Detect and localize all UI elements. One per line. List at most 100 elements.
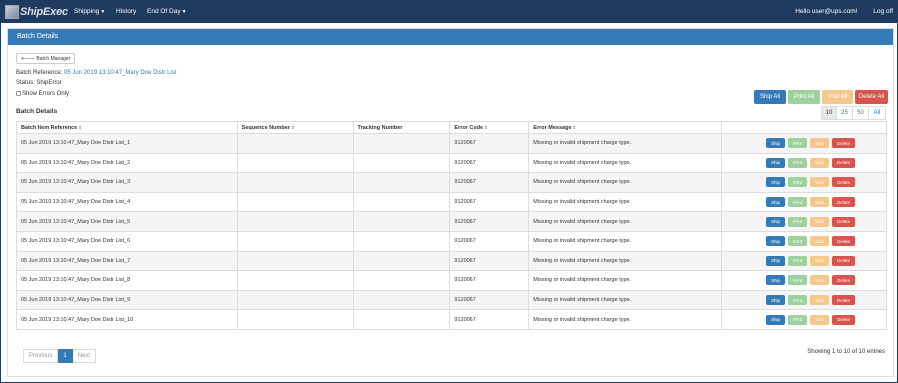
cell-row-actions: Ship Print Void Delete — [721, 250, 887, 272]
cell-error-code: 9120067 — [449, 191, 530, 213]
delete-button[interactable]: Delete — [832, 216, 855, 227]
void-button[interactable]: Void — [810, 177, 829, 188]
ship-button[interactable]: Ship — [766, 275, 785, 286]
print-all-button[interactable]: Print All — [788, 90, 820, 104]
row-action-group: Ship Print Void Delete — [726, 138, 882, 149]
col-error-code[interactable]: Error Code⇕ — [449, 121, 530, 134]
cell-row-actions: Ship Print Void Delete — [721, 289, 887, 311]
ship-button[interactable]: Ship — [766, 157, 785, 168]
page-size-all[interactable]: All — [869, 106, 886, 120]
ship-all-button[interactable]: Ship All — [754, 90, 786, 104]
ship-button[interactable]: Ship — [766, 314, 785, 325]
ship-button[interactable]: Ship — [766, 138, 785, 149]
col-sequence-number[interactable]: Sequence Number⇕ — [236, 121, 354, 134]
batch-manager-label: Batch Manager — [36, 55, 71, 62]
cell-error-code: 9120067 — [449, 289, 530, 311]
cell-error-message: Missing or invalid shipment charge type. — [528, 133, 722, 154]
logoff-link[interactable]: Log off — [873, 8, 893, 15]
delete-button[interactable]: Delete — [832, 314, 855, 325]
pagination-page-1[interactable]: 1 — [58, 349, 73, 363]
delete-button[interactable]: Delete — [832, 295, 855, 306]
col-label: Error Code — [454, 124, 484, 131]
ship-button[interactable]: Ship — [766, 255, 785, 266]
void-button[interactable]: Void — [810, 275, 829, 286]
nav-end-of-day[interactable]: End Of Day▼ — [147, 8, 187, 15]
batch-reference-label: Batch Reference: — [16, 70, 63, 76]
print-button[interactable]: Print — [788, 138, 807, 149]
delete-button[interactable]: Delete — [832, 255, 855, 266]
nav-end-of-day-label: End Of Day — [147, 8, 181, 15]
pagination-previous[interactable]: Previous — [23, 349, 59, 363]
void-button[interactable]: Void — [810, 138, 829, 149]
cell-sequence-number — [236, 270, 354, 291]
page-size-10[interactable]: 10 — [821, 106, 837, 120]
col-batch-item-reference[interactable]: Batch Item Reference⇕ — [16, 121, 238, 134]
print-button[interactable]: Print — [788, 255, 807, 266]
page-size-25[interactable]: 25 — [837, 106, 853, 120]
cell-tracking-number — [352, 289, 451, 311]
void-button[interactable]: Void — [810, 216, 829, 227]
void-button[interactable]: Void — [810, 197, 829, 208]
void-button[interactable]: Void — [810, 295, 829, 306]
nav-shipping[interactable]: Shipping▼ — [74, 8, 105, 15]
batch-manager-button[interactable]: 🡐 Batch Manager — [16, 53, 76, 64]
print-button[interactable]: Print — [788, 216, 807, 227]
pagination-next[interactable]: Next — [72, 349, 97, 363]
print-button[interactable]: Print — [788, 275, 807, 286]
status-value: ShipError — [36, 80, 62, 86]
cell-sequence-number — [236, 250, 354, 272]
cell-batch-item-reference: 05 Jun 2019 13:10:47_Mary Doe Distr List… — [16, 270, 238, 291]
delete-button[interactable]: Delete — [832, 157, 855, 168]
delete-button[interactable]: Delete — [832, 138, 855, 149]
delete-button[interactable]: Delete — [832, 236, 855, 247]
print-button[interactable]: Print — [788, 314, 807, 325]
cell-tracking-number — [352, 133, 451, 154]
cell-error-code: 9120067 — [449, 230, 530, 252]
col-label: Sequence Number — [241, 124, 290, 131]
shipexec-logo[interactable]: ShipExec — [5, 3, 68, 21]
print-button[interactable]: Print — [788, 177, 807, 188]
delete-all-button[interactable]: Delete All — [855, 90, 888, 104]
cell-error-code: 9120067 — [449, 133, 530, 154]
checkbox-icon[interactable] — [16, 91, 21, 96]
delete-button[interactable]: Delete — [832, 275, 855, 286]
ship-button[interactable]: Ship — [766, 236, 785, 247]
cell-row-actions: Ship Print Void Delete — [721, 191, 887, 213]
app-frame: ShipExec Shipping▼ History End Of Day▼ H… — [0, 0, 898, 383]
delete-button[interactable]: Delete — [832, 197, 855, 208]
user-greeting-link[interactable]: Hello user@ups.com! — [795, 8, 857, 15]
print-button[interactable]: Print — [788, 197, 807, 208]
delete-button[interactable]: Delete — [832, 177, 855, 188]
cell-error-message: Missing or invalid shipment charge type. — [528, 172, 722, 193]
show-errors-only-checkbox[interactable]: Show Errors Only — [16, 91, 69, 97]
cell-error-message: Missing or invalid shipment charge type. — [528, 230, 722, 252]
print-button[interactable]: Print — [788, 295, 807, 306]
cell-error-code: 9120067 — [449, 172, 530, 193]
table-row: 05 Jun 2019 13:10:47_Mary Doe Distr List… — [16, 211, 887, 232]
void-button[interactable]: Void — [810, 255, 829, 266]
table-row: 05 Jun 2019 13:10:47_Mary Doe Distr List… — [16, 152, 887, 174]
sort-icon: ⇕ — [572, 124, 577, 130]
page-size-50[interactable]: 50 — [853, 106, 869, 120]
ship-button[interactable]: Ship — [766, 177, 785, 188]
batch-reference-link[interactable]: 05 Jun 2019 13:10:47_Mary Doe Distr List — [64, 70, 176, 76]
ship-button[interactable]: Ship — [766, 216, 785, 227]
print-button[interactable]: Print — [788, 157, 807, 168]
cell-sequence-number — [236, 152, 354, 174]
void-button[interactable]: Void — [810, 314, 829, 325]
void-button[interactable]: Void — [810, 236, 829, 247]
table-row: 05 Jun 2019 13:10:47_Mary Doe Distr List… — [16, 250, 887, 272]
nav-history[interactable]: History — [116, 8, 136, 15]
print-button[interactable]: Print — [788, 236, 807, 247]
ship-button[interactable]: Ship — [766, 295, 785, 306]
sort-icon: ⇕ — [78, 124, 83, 130]
status-label: Status: — [16, 80, 35, 86]
void-button[interactable]: Void — [810, 157, 829, 168]
col-error-message[interactable]: Error Message⇕ — [528, 121, 722, 134]
page-size-selector: 10 25 50 All — [821, 106, 886, 120]
ship-button[interactable]: Ship — [766, 197, 785, 208]
top-navbar: ShipExec Shipping▼ History End Of Day▼ H… — [1, 1, 898, 23]
nav-shipping-label: Shipping — [74, 8, 100, 15]
row-action-group: Ship Print Void Delete — [726, 177, 882, 188]
void-all-button[interactable]: Void All — [822, 90, 853, 104]
